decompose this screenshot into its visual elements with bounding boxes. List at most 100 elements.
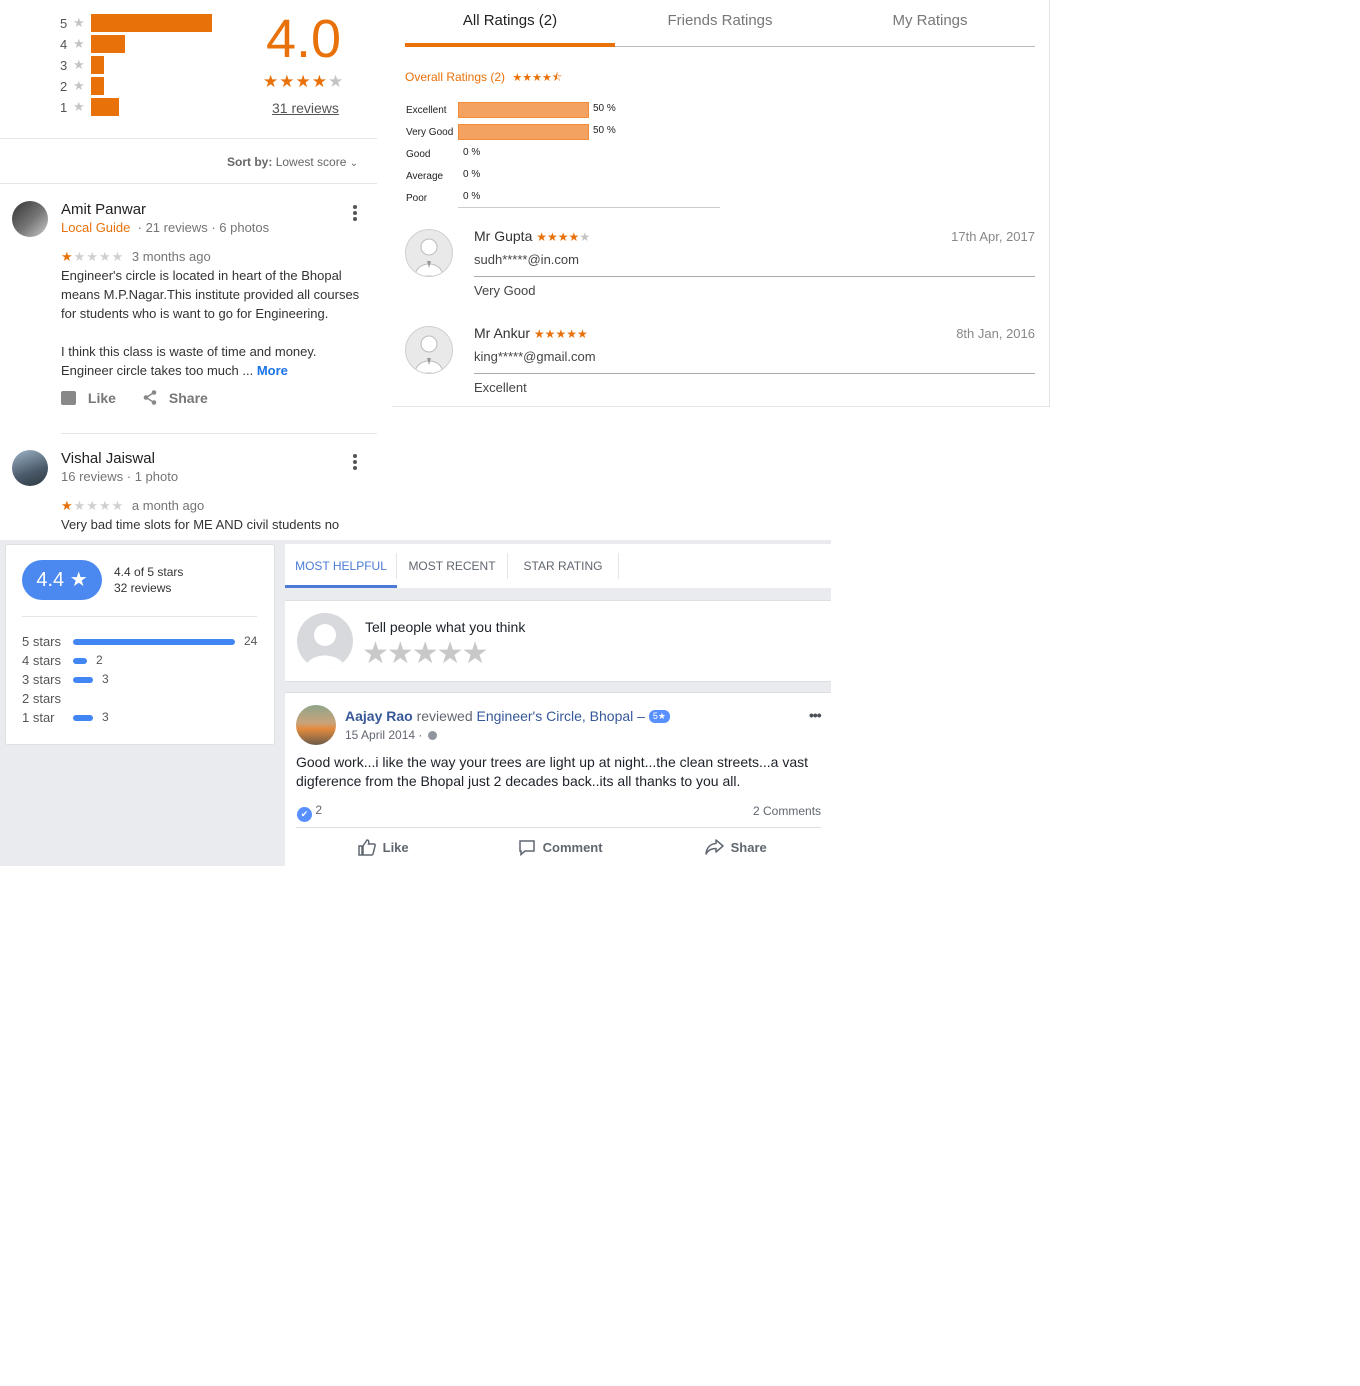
author-link[interactable]: Aajay Rao [345,708,413,724]
globe-icon [427,731,437,740]
breakdown-label: Very Good [406,127,454,138]
share-button[interactable]: Share [143,390,208,406]
distribution-bar [91,35,125,53]
share-icon [143,390,157,405]
breakdown-percent: 0 % [463,147,481,158]
breakdown-bar [458,102,589,118]
distribution-row: 5 ★ [60,14,230,34]
rater-name[interactable]: Mr Ankur [474,325,530,341]
fb-star-count: 24 [244,634,258,648]
distribution-bar [91,14,212,32]
chevron-down-icon: ⌄ [349,158,359,169]
default-user-icon [414,335,444,373]
like-button[interactable]: Like [358,839,409,856]
star-input[interactable]: ★★★★★ [362,636,488,671]
divider [296,827,821,828]
star-icon: ★ [73,15,85,30]
more-options-icon[interactable] [353,205,357,223]
tab-star-rating[interactable]: STAR RATING [508,544,618,588]
distribution-star-label: 3 [60,58,68,73]
compose-prompt[interactable]: Tell people what you think [365,619,525,635]
share-arrow-icon [705,839,724,855]
like-button[interactable]: Like [61,390,116,406]
comments-count[interactable]: 2 Comments [753,804,821,818]
rating-date: 8th Jan, 2016 [956,326,1035,341]
breakdown-label: Good [406,149,431,160]
avatar[interactable] [12,201,48,237]
reaction-count[interactable]: ✔ 2 [297,803,322,822]
star-icon: ★ [73,57,85,72]
reviews-count-link[interactable]: 31 reviews [272,100,339,116]
comment-button[interactable]: Comment [518,839,603,857]
rating-date: 17th Apr, 2017 [951,229,1035,244]
tab-my-ratings[interactable]: My Ratings [825,12,1035,29]
divider [474,276,1035,277]
share-button[interactable]: Share [705,839,767,855]
post-header: Aajay Rao reviewed Engineer's Circle, Bh… [345,708,670,724]
reviewer-meta: 16 reviews · 1 photo [61,469,179,484]
rater-name[interactable]: Mr Gupta [474,228,532,244]
average-stars: ★★★★★ [263,72,345,91]
default-user-icon [305,624,345,669]
fb-star-bar [73,639,235,645]
review-text: Engineer's circle is located in heart of… [61,268,360,321]
rating-badge: 4.4 ★ [22,560,102,600]
fb-star-count: 3 [102,672,109,686]
sort-dropdown[interactable]: Sort by: Lowest score ⌄ [227,155,358,169]
star-icon: ★ [73,36,85,51]
review-time: a month ago [131,498,205,513]
tab-most-helpful[interactable]: MOST HELPFUL [285,544,397,588]
like-reaction-icon: ✔ [297,807,312,822]
distribution-star-label: 1 [60,100,68,115]
rater-email: king*****@gmail.com [474,349,596,364]
thumbs-up-icon [61,391,76,405]
avatar [405,229,453,277]
rating-badge: 5★ [648,710,670,723]
star-icon: ★ [73,78,85,93]
reviewed-verb: reviewed [416,708,473,724]
fb-star-bar [73,658,87,664]
post-text: Good work...i like the way your trees ar… [296,754,809,789]
rater-email: sudh*****@in.com [474,252,579,267]
tab-separator [618,553,619,579]
tab-friends-ratings[interactable]: Friends Ratings [615,12,825,29]
fb-star-label: 4 stars [22,653,62,668]
rating-of-stars: 4.4 of 5 stars [114,565,184,579]
fb-star-label: 5 stars [22,634,62,649]
tab-most-recent[interactable]: MOST RECENT [397,544,507,588]
page-link[interactable]: Engineer's Circle, Bhopal [477,708,634,724]
breakdown-percent: 50 % [593,125,616,136]
fb-tabs-bar: MOST HELPFUL MOST RECENT STAR RATING [285,544,831,588]
distribution-row: 2 ★ [60,77,230,97]
more-link[interactable]: More [257,363,288,378]
reviewer-name[interactable]: Vishal Jaiswal [61,450,155,467]
avatar[interactable] [296,705,336,745]
rating-reviews-count: 32 reviews [114,581,172,595]
breakdown-label: Average [406,171,444,182]
reviewer-name[interactable]: Amit Panwar [61,201,146,218]
sort-label: Sort by: [227,155,273,169]
distribution-star-label: 5 [60,16,68,31]
reviewer-meta: · 21 reviews · 6 photos [134,220,270,235]
avatar[interactable] [12,450,48,486]
overall-stars: ★★★★⯪ [512,72,563,84]
thumbs-up-icon [358,839,376,856]
breakdown-label: Excellent [406,105,447,116]
local-guide-badge: Local Guide [61,220,131,235]
sort-value: Lowest score [275,155,347,169]
rater-stars: ★★★★★ [533,327,588,341]
tab-all-ratings[interactable]: All Ratings (2) [405,12,615,29]
more-options-icon[interactable] [353,454,357,472]
more-options-icon[interactable]: ••• [809,707,822,723]
fb-review-post: Aajay Rao reviewed Engineer's Circle, Bh… [285,692,831,867]
review-text: Very bad time slots for ME AND civil stu… [61,517,340,532]
post-date[interactable]: 15 April 2014 · [345,728,437,742]
comment-icon [519,840,535,857]
rating-text: Excellent [474,380,527,395]
breakdown-percent: 50 % [593,103,616,114]
rater-stars: ★★★★★ [536,230,591,244]
divider [61,433,377,434]
review-stars: ★★★★★ [61,249,125,264]
breakdown-percent: 0 % [463,169,481,180]
active-tab-indicator [285,585,397,588]
